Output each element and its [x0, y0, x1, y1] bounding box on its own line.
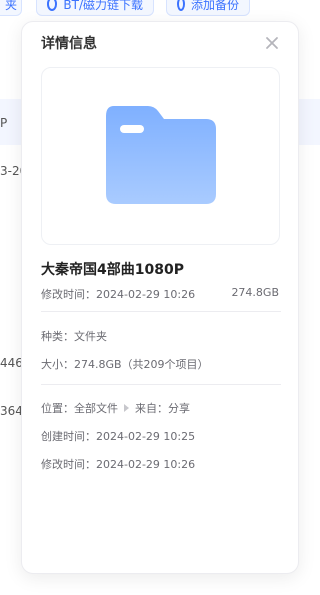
type-value: 文件夹: [74, 330, 107, 343]
modified2-label: 修改时间：: [41, 458, 96, 471]
divider: [41, 311, 281, 312]
toolbar-button-label: 夹: [5, 0, 18, 12]
details-panel: 详情信息 大秦帝国4部曲1080P 修改时间：2024-02-29 10:26 …: [21, 21, 299, 574]
location-row: 位置： 全部文件 来自： 分享: [41, 400, 190, 416]
folder-icon: [105, 106, 216, 204]
background-toolbar: 夹 BT/磁力链下载 添加备份: [0, 0, 320, 18]
toolbar-button-bt-download[interactable]: BT/磁力链下载: [36, 0, 154, 16]
row-text: 364: [0, 404, 23, 418]
location-label: 位置：: [41, 402, 74, 415]
size-label: 大小：: [41, 358, 74, 371]
row-text: P: [0, 116, 8, 130]
row-text: 446: [0, 356, 23, 370]
file-name: 大秦帝国4部曲1080P: [41, 262, 184, 278]
modified2-value: 2024-02-29 10:26: [96, 458, 196, 471]
link-icon: [47, 0, 58, 11]
toolbar-button-label: BT/磁力链下载: [63, 0, 143, 12]
size-row: 大小：274.8GB（共209个项目）: [41, 356, 209, 372]
close-button[interactable]: [264, 35, 280, 51]
source-value: 分享: [168, 402, 190, 415]
created-row: 创建时间：2024-02-29 10:25: [41, 428, 195, 444]
file-preview: [41, 67, 280, 245]
toolbar-button-folder[interactable]: 夹: [0, 0, 22, 16]
toolbar-button-label: 添加备份: [190, 0, 239, 12]
toolbar-button-add-backup[interactable]: 添加备份: [166, 0, 250, 16]
size-badge: 274.8GB: [231, 286, 279, 299]
divider: [41, 384, 281, 385]
backup-icon: [177, 0, 185, 11]
modified-row: 修改时间：2024-02-29 10:26: [41, 456, 195, 472]
size-value: 274.8GB（共209个项目）: [74, 358, 209, 371]
type-row: 种类：文件夹: [41, 328, 107, 344]
close-icon: [266, 37, 278, 49]
chevron-right-icon: [124, 404, 129, 412]
source-label: 来自：: [135, 402, 168, 415]
modified-time: 修改时间：2024-02-29 10:26: [41, 286, 195, 302]
location-link[interactable]: 全部文件: [74, 400, 118, 416]
modified-label: 修改时间：: [41, 288, 96, 301]
created-label: 创建时间：: [41, 430, 96, 443]
panel-title: 详情信息: [41, 36, 97, 52]
modified-value: 2024-02-29 10:26: [96, 288, 196, 301]
type-label: 种类：: [41, 330, 74, 343]
created-value: 2024-02-29 10:25: [96, 430, 196, 443]
